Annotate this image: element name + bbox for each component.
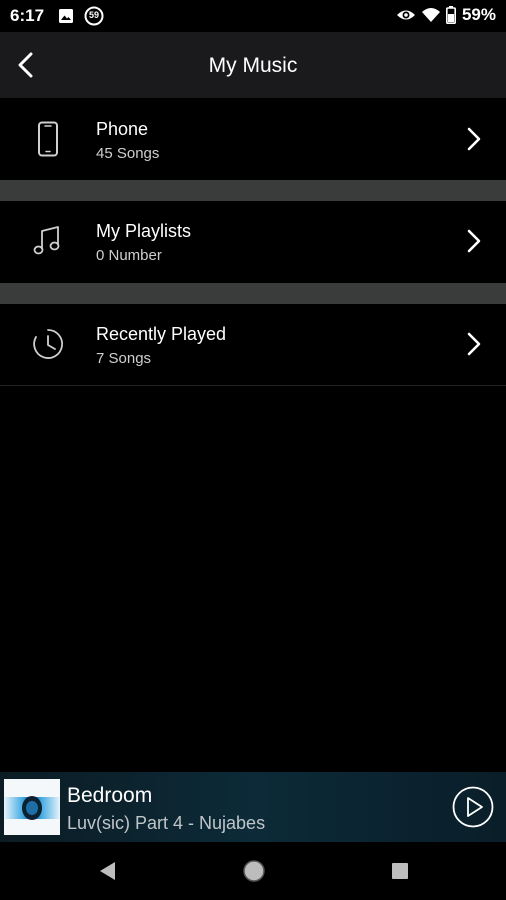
status-right-icons: 59%: [396, 5, 496, 25]
music-note-icon: [28, 221, 68, 261]
notification-badge-text: 59: [88, 10, 99, 20]
section-divider: [0, 180, 506, 201]
menu-item-title: Recently Played: [96, 324, 227, 344]
chevron-right-icon: [462, 125, 486, 153]
clock-icon: [28, 324, 68, 364]
now-playing-bar[interactable]: Bedroom Luv(sic) Part 4 - Nujabes: [0, 772, 506, 842]
wifi-icon: [421, 8, 440, 22]
triangle-back-icon: [100, 862, 115, 880]
section-divider: [0, 283, 506, 304]
play-icon: [452, 786, 494, 828]
phone-icon: [28, 119, 68, 159]
chevron-right-icon: [462, 330, 486, 358]
status-notification-icons: 59: [58, 6, 104, 26]
album-art[interactable]: [4, 779, 60, 835]
circle-home-icon: [243, 860, 265, 882]
menu-item-title: Phone: [96, 119, 149, 139]
menu-item-title: My Playlists: [96, 221, 192, 241]
menu-item-subtitle: 45 Songs: [96, 145, 160, 162]
image-icon: [59, 9, 73, 23]
notification-badge-icon: 59: [84, 6, 104, 26]
menu-item-subtitle: 7 Songs: [96, 350, 152, 367]
list-bottom-divider: [0, 385, 506, 386]
chevron-right-icon: [462, 227, 486, 255]
battery-percent: 59%: [461, 5, 496, 24]
now-playing-subtitle: Luv(sic) Part 4 - Nujabes: [67, 813, 266, 833]
system-nav-bar: [0, 842, 506, 900]
menu-item-recently-played[interactable]: Recently Played 7 Songs: [0, 304, 506, 384]
menu-item-phone[interactable]: Phone 45 Songs: [0, 99, 506, 179]
square-recents-icon: [392, 863, 408, 879]
nav-recents-button[interactable]: [385, 856, 415, 886]
menu-item-my-playlists[interactable]: My Playlists 0 Number: [0, 201, 506, 281]
app-bar: My Music: [0, 32, 506, 98]
play-button[interactable]: [452, 786, 494, 828]
battery-icon: [445, 6, 456, 24]
menu-item-subtitle: 0 Number: [96, 247, 162, 264]
nav-back-button[interactable]: [92, 856, 122, 886]
status-time: 6:17: [10, 6, 45, 25]
nav-home-button[interactable]: [239, 856, 269, 886]
page-title: My Music: [208, 54, 298, 77]
status-bar: 6:17 59 59%: [0, 0, 506, 32]
eye-icon: [396, 10, 415, 20]
now-playing-title: Bedroom: [67, 784, 153, 807]
